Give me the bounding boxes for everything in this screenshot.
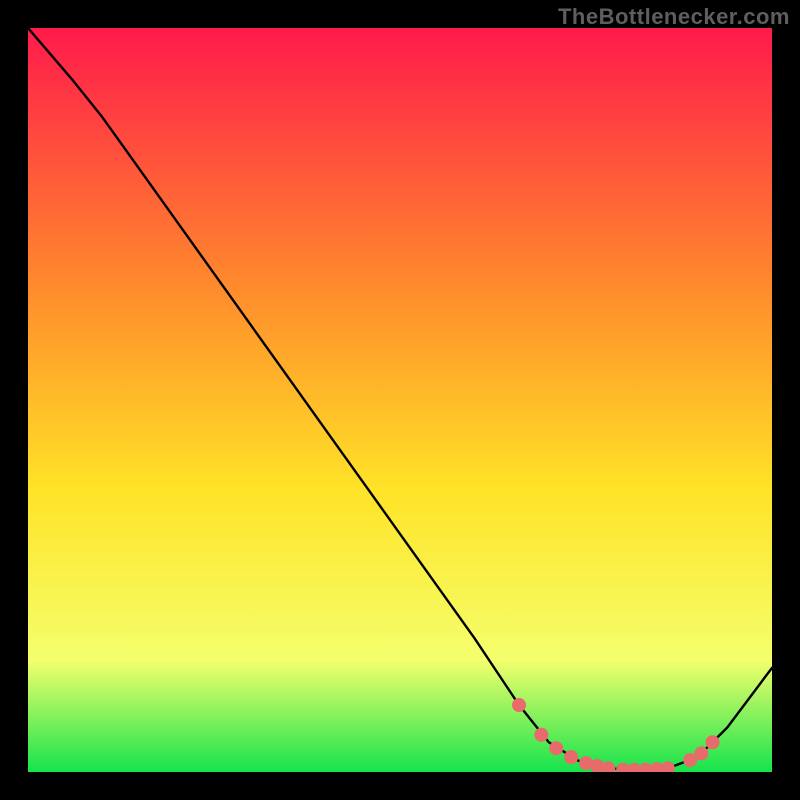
highlighted-point <box>705 735 719 749</box>
plot-area <box>28 28 772 772</box>
gradient-background <box>28 28 772 772</box>
chart-frame: TheBottlenecker.com <box>0 0 800 800</box>
highlighted-point <box>694 746 708 760</box>
bottleneck-curve-chart <box>28 28 772 772</box>
highlighted-point <box>534 728 548 742</box>
highlighted-point <box>549 741 563 755</box>
highlighted-point <box>512 698 526 712</box>
highlighted-point <box>564 750 578 764</box>
watermark-label: TheBottlenecker.com <box>558 4 790 30</box>
